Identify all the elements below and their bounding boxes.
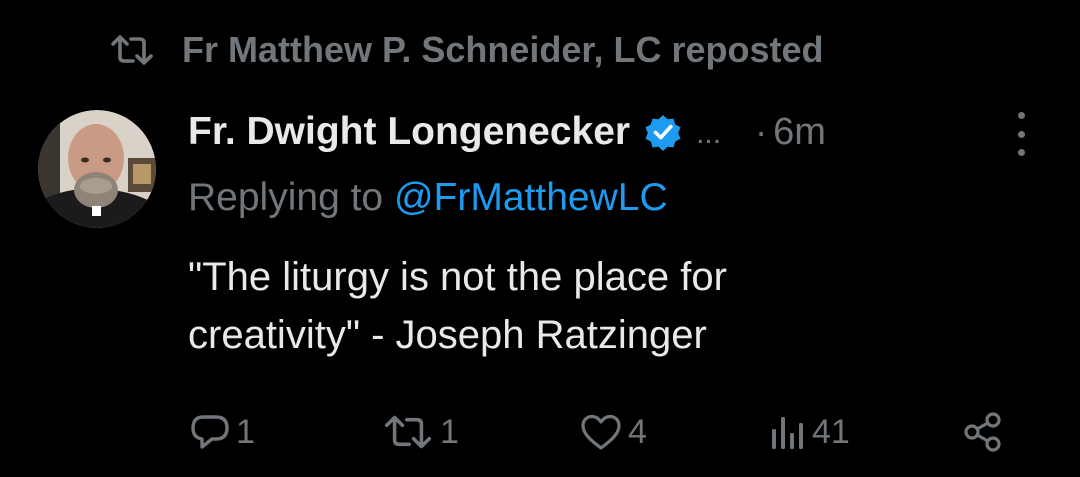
author-name[interactable]: Fr. Dwight Longenecker	[188, 110, 630, 154]
views-count: 41	[812, 412, 850, 451]
repost-icon	[110, 33, 154, 67]
repost-text: Fr Matthew P. Schneider, LC reposted	[182, 29, 824, 70]
tweet-text-line: "The liturgy is not the place for	[188, 255, 727, 299]
views-icon	[770, 413, 806, 451]
heart-icon	[580, 413, 622, 451]
reply-button[interactable]: 1	[190, 404, 255, 460]
like-count: 4	[628, 412, 647, 451]
share-button[interactable]	[962, 404, 1004, 460]
share-icon	[962, 411, 1004, 453]
repost-count: 1	[440, 412, 459, 451]
reply-icon	[190, 412, 230, 452]
repost-indicator[interactable]: Fr Matthew P. Schneider, LC reposted	[110, 26, 823, 74]
tweet-text-line: creativity" - Joseph Ratzinger	[188, 313, 707, 357]
like-button[interactable]: 4	[580, 404, 647, 460]
action-bar: 1 1 4 41	[0, 404, 1080, 460]
repost-icon	[382, 413, 434, 451]
replying-to: Replying to @FrMatthewLC	[188, 176, 668, 226]
views-button[interactable]: 41	[770, 404, 850, 460]
avatar[interactable]	[38, 110, 156, 228]
reply-count: 1	[236, 412, 255, 451]
replying-to-label: Replying to	[188, 176, 384, 219]
repost-button[interactable]: 1	[382, 404, 459, 460]
name-truncation: ...	[696, 117, 722, 150]
timestamp[interactable]: 6m	[773, 111, 826, 154]
reply-handle-link[interactable]: @FrMatthewLC	[394, 176, 668, 219]
more-options-icon[interactable]	[1012, 112, 1030, 156]
verified-badge-icon[interactable]	[644, 113, 682, 151]
time-separator: ·	[755, 111, 768, 152]
tweet-header: Fr. Dwight Longenecker ... · 6m	[188, 104, 1038, 160]
tweet-text: "The liturgy is not the place for creati…	[188, 248, 1048, 364]
